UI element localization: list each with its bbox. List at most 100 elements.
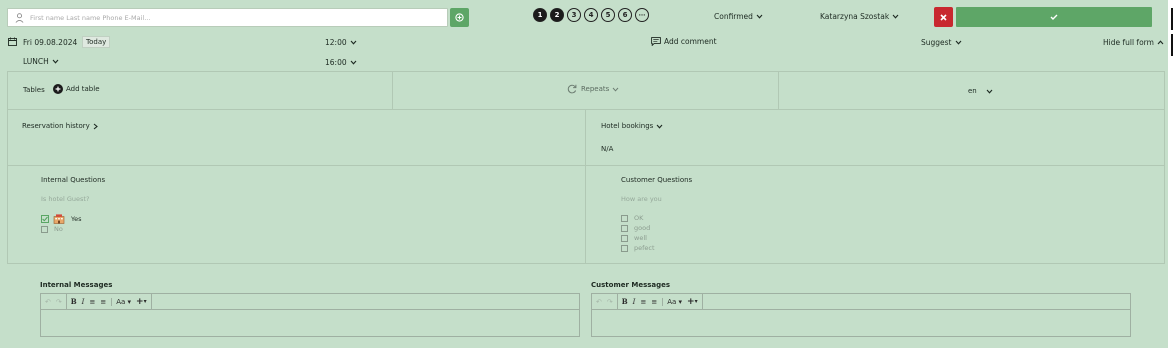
- option-yes-label: Yes: [71, 215, 82, 223]
- option-well[interactable]: well: [621, 233, 655, 243]
- italic-button[interactable]: I: [633, 298, 636, 306]
- option-well-label: well: [634, 234, 647, 242]
- format-group: B I ≡ ≡ Aa ▾ + ▾: [618, 294, 703, 309]
- option-ok[interactable]: OK: [621, 213, 655, 223]
- option-no[interactable]: No: [41, 224, 82, 234]
- user-icon: [15, 12, 24, 23]
- plus-circle-icon: [53, 84, 63, 94]
- language-dropdown[interactable]: en: [968, 87, 993, 95]
- checkbox-unchecked[interactable]: [621, 224, 628, 232]
- font-size-label: Aa: [667, 297, 677, 306]
- editor-toolbar: ↶ ↷ B I ≡ ≡ Aa ▾ + ▾: [41, 294, 579, 310]
- close-icon: [940, 13, 947, 21]
- numbered-list-icon[interactable]: ≡: [100, 298, 106, 306]
- reservation-history-link[interactable]: Reservation history: [22, 122, 98, 130]
- internal-messages-label: Internal Messages: [40, 281, 113, 289]
- step-1[interactable]: 1: [533, 8, 547, 22]
- hotel-icon: [53, 214, 65, 224]
- staff-label: Katarzyna Szostak: [820, 12, 890, 21]
- hotel-bookings-dropdown[interactable]: Hotel bookings: [601, 122, 663, 130]
- reservation-date[interactable]: Fri 09.08.2024: [23, 38, 77, 47]
- tables-label: Tables: [23, 86, 45, 94]
- checkbox-unchecked[interactable]: [41, 225, 48, 233]
- end-time-label: 16:00: [325, 58, 347, 67]
- add-table-button[interactable]: Add table: [53, 84, 100, 94]
- today-button[interactable]: Today: [82, 36, 111, 48]
- chevron-down-icon: [986, 89, 993, 94]
- bold-button[interactable]: B: [622, 297, 628, 306]
- customer-questions-title: Customer Questions: [621, 176, 693, 184]
- cancel-button[interactable]: [934, 7, 953, 27]
- hide-full-form-label: Hide full form: [1103, 38, 1154, 47]
- italic-button[interactable]: I: [82, 298, 85, 306]
- status-label: Confirmed: [714, 12, 753, 21]
- insert-plus-icon[interactable]: + ▾: [136, 297, 147, 307]
- chevron-down-icon: [892, 14, 899, 19]
- add-guest-button[interactable]: [450, 8, 469, 27]
- hotel-bookings-value: N/A: [601, 145, 614, 153]
- numbered-list-icon[interactable]: ≡: [651, 298, 657, 306]
- chevron-down-icon: [350, 40, 357, 45]
- checkmark-icon: [1050, 14, 1058, 20]
- step-3[interactable]: 3: [567, 8, 581, 22]
- checkbox-unchecked[interactable]: [621, 244, 628, 252]
- start-time-dropdown[interactable]: 12:00: [325, 38, 357, 47]
- calendar-icon: [8, 37, 17, 46]
- option-no-label: No: [54, 225, 63, 233]
- guest-search-input[interactable]: [30, 13, 410, 22]
- undo-icon[interactable]: ↶: [596, 298, 602, 306]
- confirm-button[interactable]: [956, 7, 1152, 27]
- chevron-down-icon: [656, 124, 663, 129]
- bullet-list-icon[interactable]: ≡: [640, 298, 646, 306]
- option-pefect[interactable]: pefect: [621, 243, 655, 253]
- checkbox-unchecked[interactable]: [621, 214, 628, 222]
- internal-messages-textarea[interactable]: [41, 310, 579, 336]
- redo-icon[interactable]: ↷: [56, 298, 62, 306]
- scrollbar-marker: [1171, 34, 1173, 56]
- end-time-dropdown[interactable]: 16:00: [325, 58, 357, 67]
- insert-plus-icon[interactable]: + ▾: [687, 297, 698, 307]
- guest-search-field[interactable]: [7, 8, 448, 27]
- customer-messages-textarea[interactable]: [592, 310, 1130, 336]
- option-good-label: good: [634, 224, 651, 232]
- comment-icon: [651, 37, 661, 46]
- internal-question-options: Yes No: [41, 214, 82, 234]
- step-6[interactable]: 6: [618, 8, 632, 22]
- step-4[interactable]: 4: [584, 8, 598, 22]
- step-more[interactable]: ···: [635, 8, 649, 22]
- hide-full-form-toggle[interactable]: Hide full form: [1103, 38, 1164, 47]
- chevron-up-icon: [1157, 40, 1164, 45]
- chevron-down-icon: [612, 87, 619, 92]
- reservation-history-panel: [7, 109, 586, 166]
- suggest-dropdown[interactable]: Suggest: [921, 38, 962, 47]
- step-5[interactable]: 5: [601, 8, 615, 22]
- checkbox-checked[interactable]: [41, 215, 49, 223]
- step-2[interactable]: 2: [550, 8, 564, 22]
- option-pefect-label: pefect: [634, 244, 655, 252]
- scrollbar-marker: [1171, 8, 1173, 30]
- internal-question-text: Is hotel Guest?: [41, 195, 90, 203]
- refresh-icon: [567, 84, 577, 94]
- repeats-label: Repeats: [581, 85, 610, 93]
- bold-button[interactable]: B: [71, 297, 77, 306]
- bullet-list-icon[interactable]: ≡: [89, 298, 95, 306]
- start-time-label: 12:00: [325, 38, 347, 47]
- font-size-dropdown[interactable]: Aa ▾: [662, 297, 682, 306]
- staff-dropdown[interactable]: Katarzyna Szostak: [820, 12, 899, 21]
- status-dropdown[interactable]: Confirmed: [714, 12, 763, 21]
- option-good[interactable]: good: [621, 223, 655, 233]
- step-indicator: 1 2 3 4 5 6 ···: [533, 8, 649, 22]
- checkbox-unchecked[interactable]: [621, 234, 628, 242]
- language-value: en: [968, 87, 977, 95]
- undo-icon[interactable]: ↶: [45, 298, 51, 306]
- redo-icon[interactable]: ↷: [607, 298, 613, 306]
- customer-messages-editor: ↶ ↷ B I ≡ ≡ Aa ▾ + ▾: [591, 293, 1131, 337]
- repeats-dropdown[interactable]: Repeats: [567, 84, 619, 94]
- add-comment-button[interactable]: Add comment: [651, 37, 717, 46]
- history-group: ↶ ↷: [41, 294, 67, 309]
- font-size-dropdown[interactable]: Aa ▾: [111, 297, 131, 306]
- format-group: B I ≡ ≡ Aa ▾ + ▾: [67, 294, 152, 309]
- chevron-down-icon: [955, 40, 961, 45]
- meal-period-dropdown[interactable]: LUNCH: [23, 57, 59, 66]
- option-yes[interactable]: Yes: [41, 214, 82, 224]
